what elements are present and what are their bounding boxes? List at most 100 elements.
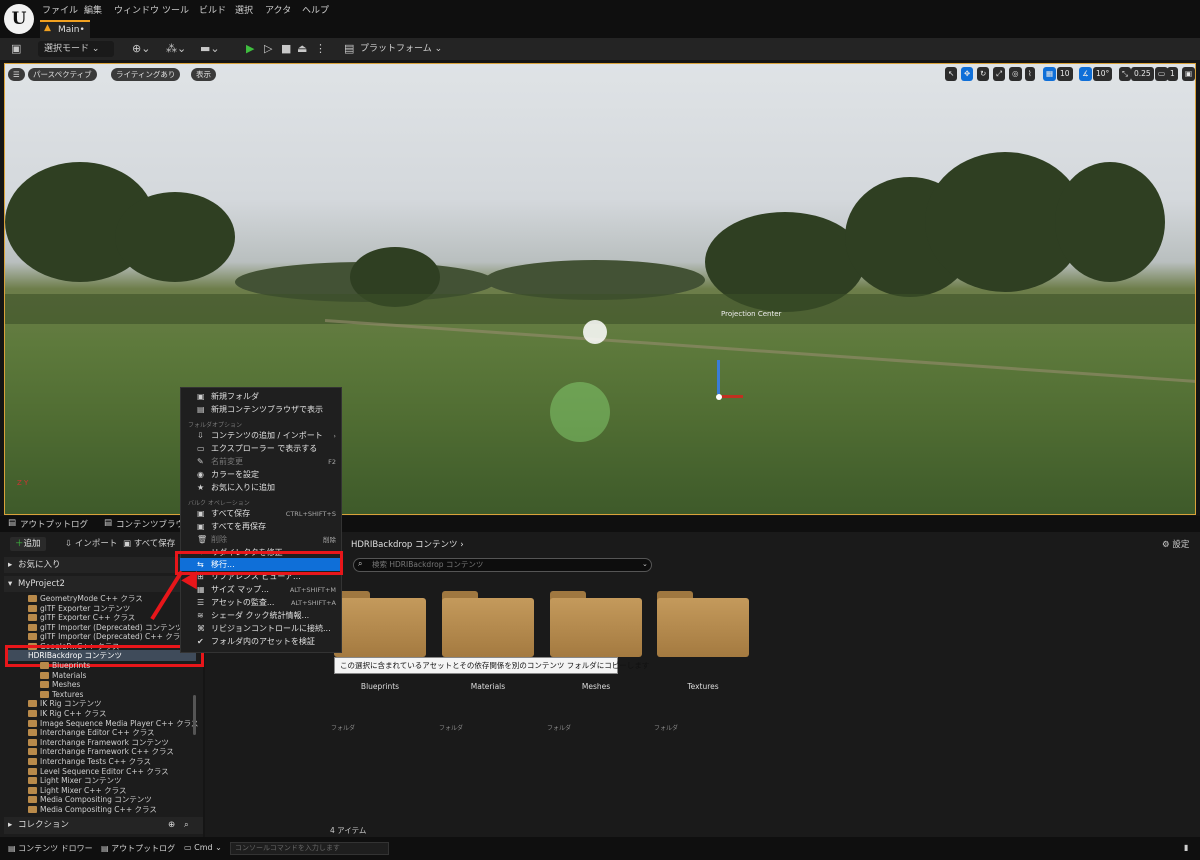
more-icon[interactable]: ⋮: [315, 41, 326, 57]
cinematics-icon[interactable]: ▬⌄: [200, 41, 220, 57]
folder-tile-materials[interactable]: [442, 591, 534, 657]
menu-source-control[interactable]: ⌘ リビジョンコントロールに接続...: [180, 623, 342, 636]
unreal-logo[interactable]: U: [4, 4, 34, 34]
tree-item[interactable]: Interchange Framework コンテンツ: [28, 738, 224, 748]
settings-button[interactable]: ⚙ 設定: [1162, 538, 1189, 550]
folder-icon: [40, 662, 49, 669]
tree-cluster: [1055, 162, 1165, 282]
folder-tile-blueprints[interactable]: [334, 591, 426, 657]
menu-actor[interactable]: アクタ: [265, 3, 291, 16]
folder-type-label: フォルダ: [547, 725, 572, 732]
grid-snap-value[interactable]: 10: [1057, 67, 1073, 81]
chevron-down-icon[interactable]: ⌄: [642, 560, 648, 568]
tree-item[interactable]: Level Sequence Editor C++ クラス: [28, 767, 224, 777]
menu-edit[interactable]: 編集: [84, 3, 102, 16]
tree-item[interactable]: Media Compositing C++ クラス: [28, 805, 224, 815]
show-button[interactable]: 表示: [191, 68, 216, 81]
blueprint-icon[interactable]: ⁂⌄: [166, 41, 186, 57]
viewport-menu-icon[interactable]: ☰: [8, 68, 25, 81]
save-icon[interactable]: ▣: [11, 41, 21, 57]
explorer-icon: ▭: [197, 444, 205, 453]
menu-size-map[interactable]: ▦ サイズ マップ... ALT+SHIFT+M: [180, 584, 342, 597]
status-bar: [0, 837, 1200, 860]
source-control-status-icon[interactable]: ▮: [1184, 843, 1188, 852]
stop-icon[interactable]: ■: [281, 41, 291, 57]
camera-speed-value[interactable]: 1: [1167, 67, 1178, 81]
folder-icon: [28, 777, 37, 785]
chevron-down-icon: ▾: [8, 579, 13, 589]
scale-snap-icon[interactable]: ⤡: [1119, 67, 1131, 81]
menu-add-favorite[interactable]: ★ お気に入りに追加: [180, 482, 342, 495]
tree-item[interactable]: Interchange Framework C++ クラス: [28, 747, 224, 757]
move-tool-icon[interactable]: ✥: [961, 67, 974, 81]
menu-rename[interactable]: ✎ 名前変更 F2: [180, 456, 342, 469]
tab-output-log[interactable]: アウトプットログ: [20, 518, 88, 530]
menu-delete[interactable]: 🗑 削除 削除: [180, 534, 342, 547]
transform-gizmo-x[interactable]: [721, 395, 743, 398]
search-icon[interactable]: ⌕: [184, 817, 189, 834]
output-log-button[interactable]: ▤ アウトプットログ: [101, 843, 175, 854]
rename-icon: ✎: [197, 457, 204, 466]
menu-window[interactable]: ウィンドウ: [114, 3, 159, 16]
projection-center-label: Projection Center: [721, 310, 782, 318]
rotation-snap-value[interactable]: 10°: [1093, 67, 1113, 81]
rotate-tool-icon[interactable]: ↻: [977, 67, 990, 81]
select-mode-dropdown[interactable]: 選択モード ⌄: [38, 41, 114, 57]
scale-tool-icon[interactable]: ⤢: [993, 67, 1005, 81]
step-icon[interactable]: ▷: [264, 41, 272, 57]
add-actor-icon[interactable]: ⊕⌄: [132, 41, 150, 57]
menu-file[interactable]: ファイル: [42, 3, 78, 16]
cmd-dropdown[interactable]: ▭ Cmd ⌄: [184, 843, 222, 852]
eject-icon[interactable]: ⏏: [297, 41, 307, 57]
folder-tile-textures[interactable]: [657, 591, 749, 657]
favorites-section[interactable]: ▸ お気に入り: [4, 557, 203, 573]
scale-snap-value[interactable]: 0.25: [1131, 67, 1154, 81]
menu-set-color[interactable]: ◉ カラーを設定: [180, 469, 342, 482]
menu-validate[interactable]: ✔ フォルダ内のアセットを検証: [180, 636, 342, 649]
folder-icon: [40, 671, 49, 679]
menu-new-folder[interactable]: ▣ 新規フォルダ: [180, 391, 342, 404]
menu-audit[interactable]: ☰ アセットの監査... ALT+SHIFT+A: [180, 597, 342, 610]
rotation-snap-icon[interactable]: ∡: [1079, 67, 1092, 81]
play-icon[interactable]: ▶: [246, 41, 254, 57]
menu-tools[interactable]: ツール: [162, 3, 189, 16]
menu-resave-all[interactable]: ▣ すべてを再保存: [180, 521, 342, 534]
perspective-button[interactable]: パースペクティブ: [28, 68, 97, 81]
tree-scrollbar[interactable]: [193, 695, 196, 735]
tree-item[interactable]: Light Mixer C++ クラス: [28, 786, 224, 796]
platform-dropdown[interactable]: プラットフォーム ⌄: [354, 41, 448, 57]
breadcrumb[interactable]: HDRIBackdrop コンテンツ ›: [351, 538, 464, 550]
select-tool-icon[interactable]: ↖: [945, 67, 958, 81]
tree-item[interactable]: Light Mixer コンテンツ: [28, 776, 224, 786]
world-space-icon[interactable]: ◎: [1009, 67, 1022, 81]
transform-gizmo-center[interactable]: [716, 394, 722, 400]
menu-help[interactable]: ヘルプ: [302, 3, 329, 16]
transform-gizmo-z[interactable]: [717, 360, 720, 394]
collections-section[interactable]: ▸ コレクション ⊕ ⌕: [4, 817, 203, 834]
item-count: 4 アイテム: [330, 826, 367, 835]
search-input[interactable]: 検索 HDRIBackdrop コンテンツ: [353, 558, 652, 572]
menu-show-in-explorer[interactable]: ▭ エクスプローラー で表示する: [180, 443, 342, 456]
folder-icon: [28, 796, 37, 804]
chevron-right-icon: ›: [333, 432, 336, 440]
add-button[interactable]: ＋追加: [10, 537, 46, 551]
import-button[interactable]: ⇩ インポート: [60, 537, 122, 551]
console-command-input[interactable]: コンソールコマンドを入力します: [230, 842, 389, 855]
treeline-ground: [5, 294, 1195, 324]
tree-item[interactable]: Interchange Tests C++ クラス: [28, 757, 224, 767]
menu-build[interactable]: ビルド: [199, 3, 226, 16]
menu-shader-stats[interactable]: ≋ シェーダ クック統計情報...: [180, 610, 342, 623]
grid-snap-icon[interactable]: ▦: [1043, 67, 1057, 81]
surface-snap-icon[interactable]: ⌇: [1025, 67, 1035, 81]
content-drawer-button[interactable]: ▤ コンテンツ ドロワー: [8, 843, 93, 854]
add-collection-icon[interactable]: ⊕: [168, 817, 175, 834]
lighting-button[interactable]: ライティングあり: [111, 68, 181, 81]
folder-tile-meshes[interactable]: [550, 591, 642, 657]
save-all-button[interactable]: ▣ すべて保存: [118, 537, 180, 551]
menu-add-import[interactable]: ⇩ コンテンツの追加 / インポート ›: [180, 430, 342, 443]
menu-save-all[interactable]: ▣ すべて保存 CTRL+SHIFT+S: [180, 508, 342, 521]
tree-item[interactable]: Media Compositing コンテンツ: [28, 795, 224, 805]
menu-select[interactable]: 選択: [235, 3, 253, 16]
menu-show-in-new-browser[interactable]: ▤ 新規コンテンツブラウザで表示: [180, 404, 342, 417]
maximize-viewport-icon[interactable]: ▣: [1182, 67, 1195, 81]
